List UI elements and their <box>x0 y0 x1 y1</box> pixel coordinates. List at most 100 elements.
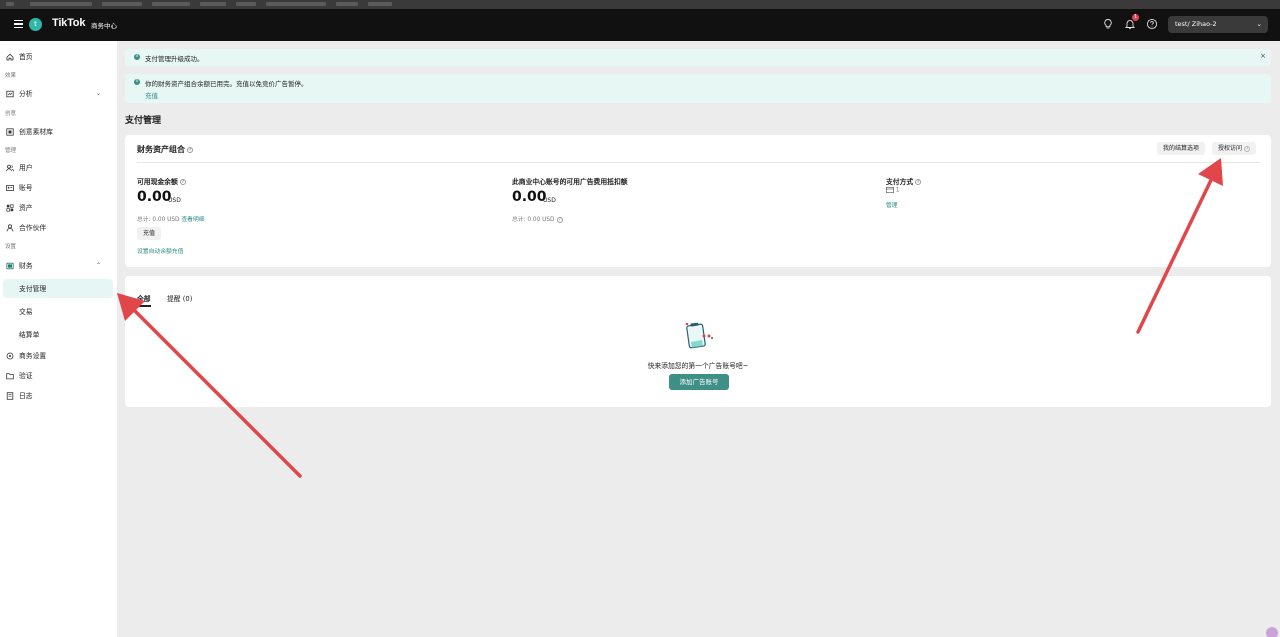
auto-recharge-link[interactable]: 设置自动余额充值 <box>137 246 183 255</box>
portfolio-card: 财务资产组合? 我的结算选项 授权访问? 可用现金余额? 0.00 USD 总计… <box>125 135 1271 267</box>
label-text: 可用现金余额 <box>137 178 178 186</box>
deduction-total: 总计: 0.00 USD? <box>512 214 563 223</box>
document-icon <box>6 392 14 400</box>
sidebar-item-label: 合作伙伴 <box>19 224 47 232</box>
notice-text: 你的财务资产组合余额已用完。充值以免竞价广告暂停。 <box>145 80 308 88</box>
sidebar-item-payment-management[interactable]: 支付管理 <box>0 282 117 296</box>
divider <box>137 162 1260 163</box>
add-ad-account-button[interactable]: 添加广告账号 <box>669 374 729 390</box>
payment-method-label: 支付方式? <box>886 176 922 186</box>
info-icon: i <box>134 54 140 60</box>
help-icon[interactable] <box>1146 18 1158 30</box>
sidebar-item-partners[interactable]: 合作伙伴 <box>0 221 117 235</box>
finance-icon <box>6 262 14 270</box>
sidebar-group-manage: 管理 <box>5 148 17 154</box>
sidebar-item-finance[interactable]: 财务 ⌃ <box>0 259 117 273</box>
gear-icon <box>6 352 14 360</box>
chevron-down-icon: ⌄ <box>1256 20 1262 28</box>
info-icon: i <box>134 79 140 85</box>
sidebar-item-label: 财务 <box>19 262 33 270</box>
sidebar-item-label: 资产 <box>19 204 33 212</box>
notice-text: 支付管理升级成功。 <box>145 55 204 63</box>
empty-clipboard-illustration <box>685 322 713 349</box>
tab-reminders[interactable]: 提醒 (0) <box>167 293 192 303</box>
chevron-up-icon: ⌃ <box>96 262 102 269</box>
card-icon <box>886 187 894 193</box>
empty-state-text: 快来添加您的第一个广告账号吧~ <box>647 362 749 370</box>
portfolio-title-text: 财务资产组合 <box>137 145 185 154</box>
deduction-unit: USD <box>543 197 556 204</box>
sidebar-item-label: 创意素材库 <box>19 128 53 136</box>
help-icon: ? <box>1244 145 1251 152</box>
sidebar-item-accounts[interactable]: 账号 <box>0 181 117 195</box>
home-icon <box>6 53 14 61</box>
cash-total: 总计: 0.00 USD 查看明细 <box>137 214 205 223</box>
grid-icon <box>6 204 14 212</box>
menu-icon[interactable] <box>10 16 26 32</box>
sidebar-item-home[interactable]: 首页 <box>0 50 117 64</box>
sidebar-item-label: 验证 <box>19 372 33 380</box>
help-icon[interactable]: ? <box>915 179 922 185</box>
sidebar-item-label: 结算单 <box>19 331 40 339</box>
business-avatar[interactable]: t <box>29 18 42 31</box>
cash-balance-label: 可用现金余额? <box>137 176 186 186</box>
active-tab-underline <box>137 305 151 307</box>
account-name: test/ Zihao-2 <box>1175 20 1217 28</box>
ad-accounts-card: 全部 提醒 (0) 快来添加您的第一个广告账号吧~ 添加广告账号 <box>125 276 1271 407</box>
sidebar-item-assets[interactable]: 资产 <box>0 201 117 215</box>
close-icon[interactable]: × <box>1260 52 1266 60</box>
folder-icon <box>6 373 14 380</box>
library-icon <box>6 128 14 136</box>
chevron-down-icon: ⌄ <box>96 90 102 97</box>
portfolio-title: 财务资产组合? <box>137 144 193 155</box>
chart-icon <box>6 90 14 98</box>
deduction-total-text: 总计: 0.00 USD <box>512 217 555 223</box>
notification-badge: 1 <box>1132 14 1139 21</box>
account-switcher[interactable]: test/ Zihao-2 ⌄ <box>1168 16 1268 33</box>
authorize-access-button[interactable]: 授权访问? <box>1212 142 1257 155</box>
cash-balance-value: 0.00 <box>137 189 172 205</box>
help-icon[interactable]: ? <box>179 179 186 185</box>
sidebar-item-logs[interactable]: 日志 <box>0 389 117 403</box>
sidebar-item-users[interactable]: 用户 <box>0 161 117 175</box>
sidebar-item-creative-library[interactable]: 创意素材库 <box>0 125 117 139</box>
balance-warning-notice: i 你的财务资产组合余额已用完。充值以免竞价广告暂停。 充值 <box>125 74 1271 103</box>
lightbulb-icon[interactable] <box>1102 18 1114 30</box>
billing-options-button[interactable]: 我的结算选项 <box>1157 142 1206 155</box>
sidebar-group-settings: 设置 <box>5 244 17 250</box>
button-label: 授权访问 <box>1218 145 1243 152</box>
cash-balance-unit: USD <box>168 197 181 204</box>
sidebar-item-label: 商务设置 <box>19 352 47 360</box>
upgrade-success-notice: i 支付管理升级成功。 × <box>125 49 1271 66</box>
business-center-label: 商务中心 <box>91 22 117 30</box>
sidebar-item-label: 交易 <box>19 308 33 316</box>
users-icon <box>6 164 14 172</box>
payment-method-count: 1 <box>886 187 900 194</box>
sidebar-item-verification[interactable]: 验证 <box>0 369 117 383</box>
deduction-label: 此商业中心账号的可用广告费用抵扣额 <box>512 178 628 186</box>
sidebar-item-statements[interactable]: 结算单 <box>0 328 117 342</box>
assistant-icon[interactable] <box>1266 627 1278 637</box>
manage-link[interactable]: 管理 <box>886 200 898 209</box>
sidebar-item-label: 日志 <box>19 392 33 400</box>
sidebar-group-creative: 创意 <box>5 111 17 117</box>
sidebar-item-label: 首页 <box>19 53 33 61</box>
sidebar: 首页 效果 分析 ⌄ 创意 创意素材库 管理 用户 账号 资产 合作伙伴 设置 … <box>0 41 117 637</box>
view-details-link[interactable]: 查看明细 <box>181 217 204 223</box>
payment-method-count-text: 1 <box>895 187 900 194</box>
help-icon[interactable]: ? <box>556 216 563 223</box>
sidebar-item-transactions[interactable]: 交易 <box>0 305 117 319</box>
main-content: i 支付管理升级成功。 × i 你的财务资产组合余额已用完。充值以免竞价广告暂停… <box>117 41 1280 637</box>
tab-all[interactable]: 全部 <box>137 293 151 303</box>
recharge-link[interactable]: 充值 <box>145 90 158 100</box>
sidebar-item-analytics[interactable]: 分析 ⌄ <box>0 87 117 101</box>
sidebar-item-label: 用户 <box>19 164 33 172</box>
help-icon[interactable]: ? <box>187 146 193 153</box>
tiktok-logo[interactable]: TikTok <box>52 17 85 29</box>
browser-tab-strip <box>0 0 1280 9</box>
sidebar-item-business-settings[interactable]: 商务设置 <box>0 349 117 363</box>
label-text: 支付方式 <box>886 178 914 186</box>
recharge-button[interactable]: 充值 <box>137 227 162 240</box>
page-title: 支付管理 <box>125 116 162 126</box>
cash-total-text: 总计: 0.00 USD <box>137 217 180 223</box>
